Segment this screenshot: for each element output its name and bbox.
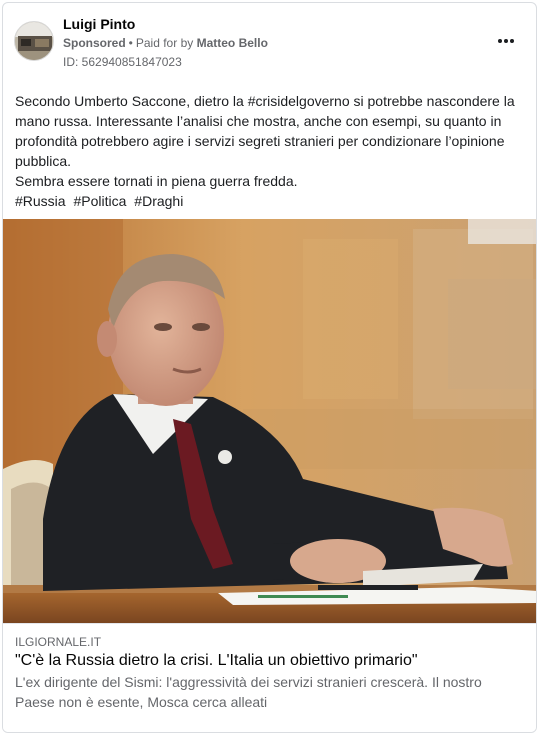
link-domain: ILGIORNALE.IT: [15, 635, 102, 649]
post-text: Secondo Umberto Saccone, dietro la #cris…: [15, 91, 523, 211]
post-paragraph: Secondo Umberto Saccone, dietro la #cris…: [15, 93, 515, 169]
payer-name[interactable]: Matteo Bello: [197, 36, 268, 50]
link-headline[interactable]: "C'è la Russia dietro la crisi. L'Italia…: [15, 652, 525, 670]
sponsored-label: Sponsored: [63, 36, 126, 50]
hashtag-link[interactable]: #Russia: [15, 193, 66, 209]
link-preview-image[interactable]: [3, 219, 536, 623]
hashtag-link[interactable]: #Politica: [73, 193, 126, 209]
link-preview-info[interactable]: ILGIORNALE.IT "C'è la Russia dietro la c…: [3, 623, 536, 732]
paid-for-label: Paid for by: [135, 36, 194, 50]
hashtag-link[interactable]: #Draghi: [134, 193, 183, 209]
more-horizontal-icon: [497, 39, 502, 43]
more-options-button[interactable]: [494, 31, 518, 51]
hashtags: #Russia #Politica #Draghi: [15, 191, 523, 211]
author-avatar[interactable]: [14, 21, 54, 61]
more-dot: [504, 39, 508, 43]
post-paragraph: Sembra essere tornati in piena guerra fr…: [15, 173, 298, 189]
photo-man-at-desk: [3, 219, 536, 623]
sponsored-line: Sponsored • Paid for by Matteo Bello: [63, 36, 268, 50]
author-name[interactable]: Luigi Pinto: [63, 16, 135, 32]
link-description: L'ex dirigente del Sismi: l'aggressività…: [15, 674, 482, 710]
ad-id: ID: 562940851847023: [63, 55, 182, 69]
sponsored-post-card: Luigi Pinto Sponsored • Paid for by Matteo…: [2, 2, 537, 733]
post-header: Luigi Pinto Sponsored • Paid for by Matteo…: [3, 3, 536, 81]
more-dot: [510, 39, 515, 43]
meta-separator: •: [128, 36, 133, 50]
